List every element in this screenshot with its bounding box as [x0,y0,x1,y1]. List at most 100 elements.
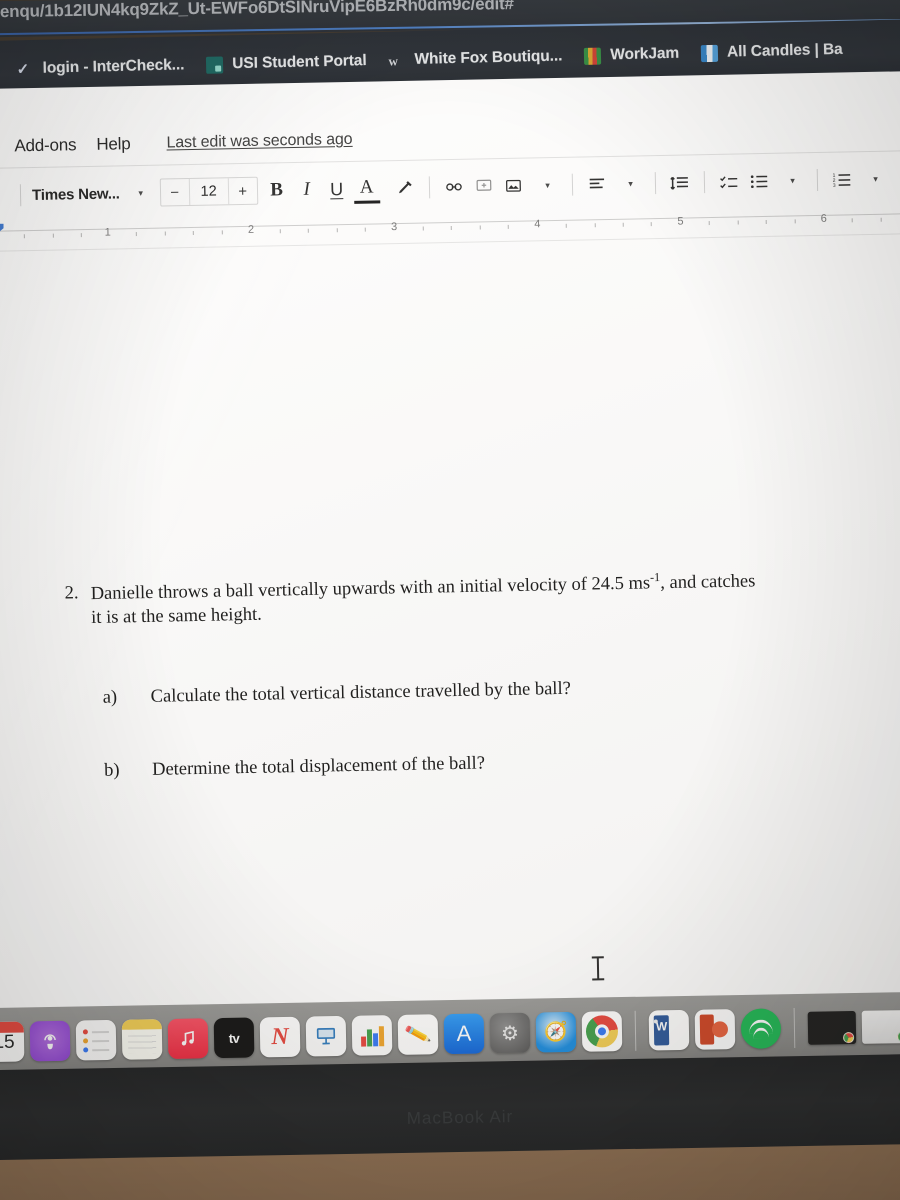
font-size-decrease-button[interactable]: − [161,184,189,202]
toolbar-divider [428,176,430,199]
checklist-icon[interactable] [713,166,744,197]
toolbar-divider [703,171,705,194]
bookmark-item-white-fox-boutique[interactable]: w White Fox Boutiqu... [388,47,562,69]
units-superscript: -1 [649,570,661,585]
bookmark-item-usi-student-portal[interactable]: USI Student Portal [206,52,367,74]
laptop-model-label: MacBook Air [406,1107,514,1128]
text-color-button[interactable]: A [351,173,382,204]
calendar-day-number: 15 [0,1031,15,1054]
dock-icon-reminders[interactable] [75,1019,117,1061]
sub-question-label: a) [102,687,118,709]
document-canvas[interactable]: 2. Danielle throws a ball vertically upw… [0,234,900,1035]
sub-question-text: Determine the total displacement of the … [151,753,486,781]
question-number: 2. [64,583,79,604]
ruler-number: 4 [534,218,541,231]
dock-divider [634,1010,637,1051]
chevron-down-icon[interactable]: ▾ [532,170,563,201]
bookmark-label: USI Student Portal [232,52,367,73]
dock-icon-news[interactable]: N [259,1016,301,1058]
bookmark-label: White Fox Boutiqu... [414,47,563,68]
line-spacing-icon[interactable] [664,167,695,198]
laptop-screen-photo: enqu/1b12IUN4kq9ZkZ_Ut-EWFo6DtSINruVipE6… [0,0,900,1200]
question-line1-tail: , and catches [660,571,756,594]
align-left-icon[interactable] [581,169,612,200]
sub-question-label: b) [103,760,120,782]
comment-icon[interactable] [468,171,499,202]
dock-icon-app-store[interactable]: A [443,1013,485,1055]
font-size-value[interactable]: 12 [188,178,229,206]
italic-button[interactable]: I [291,174,322,205]
chevron-down-icon[interactable]: ▾ [777,165,808,196]
question-line1-text: Danielle throws a ball vertically upward… [90,573,651,605]
text-ibeam-cursor [592,956,604,980]
chevron-down-icon[interactable]: ▾ [615,168,646,199]
dock-icon-calendar[interactable]: 15 [0,1021,25,1063]
font-size-increase-button[interactable]: + [229,182,257,200]
dock-divider [793,1008,796,1049]
ruler-number: 6 [820,212,827,225]
address-bar-url[interactable]: enqu/1b12IUN4kq9ZkZ_Ut-EWFo6DtSINruVipE6… [0,0,514,22]
ruler-number: 1 [104,226,111,239]
dock-icon-music[interactable] [167,1018,209,1059]
sub-question-a: a) Calculate the total vertical distance… [67,673,900,710]
question-block[interactable]: 2. Danielle throws a ball vertically upw… [64,565,900,980]
svg-text:3: 3 [832,182,835,188]
bulleted-list-icon[interactable] [743,166,774,197]
bookmark-item-workjam[interactable]: WorkJam [584,45,679,65]
dock-icon-apple-tv[interactable]: tv [213,1017,255,1059]
dock-icon-microsoft-word[interactable]: W [648,1009,690,1051]
dock-icon-notes[interactable] [121,1019,163,1060]
dock-items[interactable]: 15 tv N ✏️ A ⚙ 🧭 W [0,1002,900,1063]
image-icon[interactable] [498,171,529,202]
dock-minimized-window[interactable] [807,1010,857,1045]
dock-icon-numbers[interactable] [351,1015,393,1056]
dock-icon-system-preferences[interactable]: ⚙ [489,1012,531,1054]
dock-icon-chrome[interactable] [581,1011,623,1052]
toolbar-divider [571,173,573,196]
apple-tv-label: tv [228,1030,240,1046]
dock-icon-podcasts[interactable] [29,1020,71,1062]
dock-icon-keynote[interactable] [305,1015,347,1057]
bookmark-item-intercheck[interactable]: ✓ login - InterCheck... [16,56,184,78]
menu-item-help[interactable]: Help [96,134,131,155]
candles-favicon-icon [700,44,719,62]
underline-button[interactable]: U [321,174,352,205]
bookmark-label: All Candles | Ba [726,40,843,61]
w-favicon-icon: w [388,52,399,69]
usi-favicon-icon [206,55,224,74]
dock-icon-spotify[interactable] [740,1008,782,1049]
numbered-list-icon[interactable]: 123 [826,164,857,195]
menu-item-add-ons[interactable]: Add-ons [14,135,76,156]
workjam-favicon-icon [584,47,602,65]
chevron-down-icon[interactable]: ▾ [125,178,156,209]
highlight-pen-icon[interactable] [389,173,420,204]
font-size-stepper[interactable]: − 12 + [159,176,258,207]
bookmark-label: WorkJam [610,44,680,64]
font-family-selector[interactable]: Times New... [30,185,122,204]
ruler-number: 2 [247,223,255,236]
dock-icon-safari[interactable]: 🧭 [535,1011,577,1053]
toolbar-divider [654,172,656,195]
google-docs-window: s Add-ons Help Last edit was seconds ago… [0,70,900,1035]
document-page[interactable]: 2. Danielle throws a ball vertically upw… [0,235,900,1034]
toolbar-divider [816,168,818,191]
last-edit-status[interactable]: Last edit was seconds ago [166,131,352,153]
bold-button[interactable]: B [261,175,292,206]
link-icon[interactable] [438,172,469,203]
question-2: 2. Danielle throws a ball vertically upw… [64,565,900,630]
question-text: Danielle throws a ball vertically upward… [90,565,900,630]
dock-minimized-window[interactable] [861,1009,900,1044]
sub-question-text: Calculate the total vertical distance tr… [150,679,572,708]
sub-question-b: b) Determine the total displacement of t… [68,746,900,783]
bookmark-item-all-candles[interactable]: All Candles | Ba [700,40,843,62]
dock-icon-pages[interactable]: ✏️ [397,1014,439,1055]
ruler-number: 3 [390,221,398,234]
question-line2-text: it is at the same height. [91,604,262,629]
bookmark-label: login - InterCheck... [42,56,185,77]
checkmark-icon: ✓ [16,60,30,78]
ruler-number: 5 [677,215,684,228]
chevron-down-icon[interactable]: ▾ [860,164,891,195]
dock-icon-microsoft-powerpoint[interactable] [694,1009,736,1050]
toolbar-divider [19,184,22,207]
chevron-down-icon[interactable]: ▾ [0,180,11,211]
